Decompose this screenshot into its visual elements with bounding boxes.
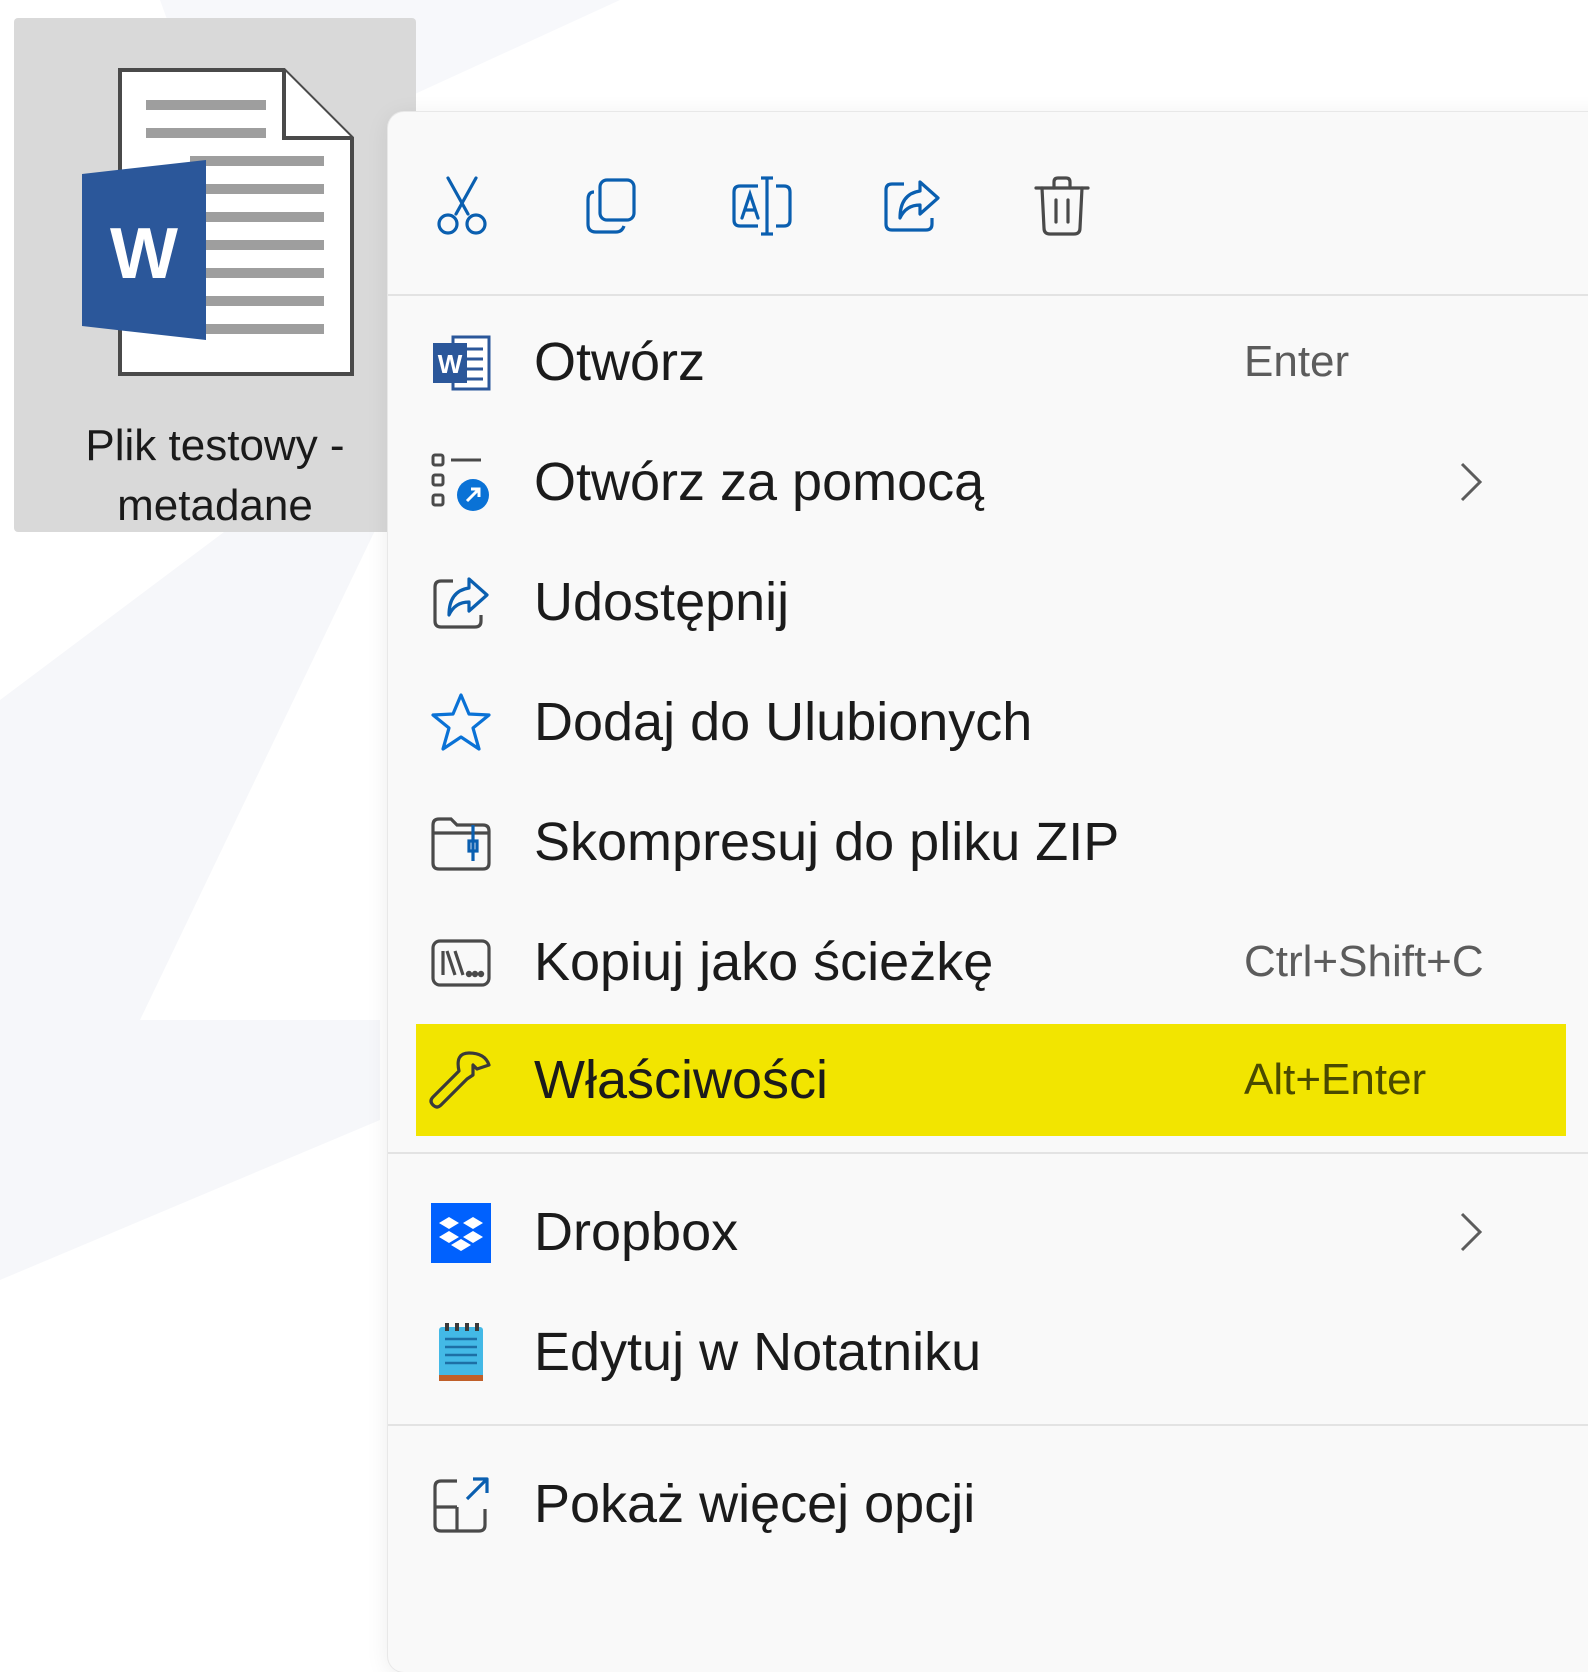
menu-item-add-favorites[interactable]: Dodaj do Ulubionych xyxy=(388,666,1588,778)
word-icon: W xyxy=(428,330,494,396)
scissors-icon xyxy=(437,176,487,235)
menu-item-dropbox[interactable]: Dropbox xyxy=(388,1176,1588,1288)
menu-item-label: Dropbox xyxy=(534,1202,739,1262)
copy-path-icon xyxy=(428,930,494,996)
menu-item-open[interactable]: W Otwórz Enter xyxy=(388,306,1588,418)
copy-icon xyxy=(586,178,636,234)
menu-item-label: Dodaj do Ulubionych xyxy=(534,692,1033,752)
show-more-icon xyxy=(428,1472,494,1538)
menu-item-compress-zip[interactable]: Skompresuj do pliku ZIP xyxy=(388,786,1588,898)
delete-button[interactable] xyxy=(1022,166,1102,246)
share-button[interactable] xyxy=(872,166,952,246)
chevron-right-icon xyxy=(1460,1212,1483,1252)
context-menu: W Otwórz Enter Otwórz za pomocą Udostępn… xyxy=(388,112,1588,1672)
share-icon xyxy=(884,180,940,232)
svg-text:W: W xyxy=(438,349,463,379)
file-name-line-1: Plik testowy - xyxy=(85,421,345,470)
menu-item-shortcut: Alt+Enter xyxy=(1244,1055,1427,1104)
menu-item-properties[interactable]: Właściwości Alt+Enter xyxy=(416,1024,1566,1136)
menu-item-open-with[interactable]: Otwórz za pomocą xyxy=(388,426,1588,538)
menu-item-label: Otwórz xyxy=(534,332,706,392)
share-icon xyxy=(428,570,494,636)
file-name-line-2: metadane xyxy=(117,481,313,530)
wrench-icon xyxy=(428,1048,494,1114)
dropbox-icon xyxy=(428,1200,494,1266)
zip-folder-icon xyxy=(428,810,494,876)
chevron-right-icon xyxy=(1460,462,1483,502)
menu-item-shortcut: Enter xyxy=(1244,337,1350,386)
svg-text:W: W xyxy=(110,214,178,294)
menu-item-label: Właściwości xyxy=(534,1050,829,1110)
menu-item-edit-notepad[interactable]: Edytuj w Notatniku xyxy=(388,1296,1588,1408)
menu-separator xyxy=(388,1152,1588,1154)
menu-item-label: Otwórz za pomocą xyxy=(534,452,985,512)
menu-item-label: Skompresuj do pliku ZIP xyxy=(534,812,1120,872)
rename-icon xyxy=(732,176,792,236)
menu-item-shortcut: Ctrl+Shift+C xyxy=(1244,937,1484,986)
rename-button[interactable] xyxy=(722,166,802,246)
menu-item-show-more-options[interactable]: Pokaż więcej opcji xyxy=(388,1448,1588,1560)
menu-item-label: Udostępnij xyxy=(534,572,790,632)
menu-separator xyxy=(388,294,1588,296)
star-icon xyxy=(428,690,494,756)
desktop-file-selected[interactable]: W Plik testowy - metadane xyxy=(14,18,416,532)
copy-button[interactable] xyxy=(572,166,652,246)
menu-item-label: Pokaż więcej opcji xyxy=(534,1474,976,1534)
menu-item-share[interactable]: Udostępnij xyxy=(388,546,1588,658)
trash-icon xyxy=(1034,176,1090,236)
menu-item-label: Edytuj w Notatniku xyxy=(534,1322,982,1382)
open-with-icon xyxy=(428,450,494,516)
menu-item-copy-path[interactable]: Kopiuj jako ścieżkę Ctrl+Shift+C xyxy=(388,906,1588,1018)
cut-button[interactable] xyxy=(422,166,502,246)
menu-separator xyxy=(388,1424,1588,1426)
menu-item-label: Kopiuj jako ścieżkę xyxy=(534,932,994,992)
notepad-icon xyxy=(428,1320,494,1386)
file-name-label: Plik testowy - metadane xyxy=(14,416,416,536)
word-document-icon: W xyxy=(82,68,354,376)
context-menu-toolbar xyxy=(388,112,1588,294)
